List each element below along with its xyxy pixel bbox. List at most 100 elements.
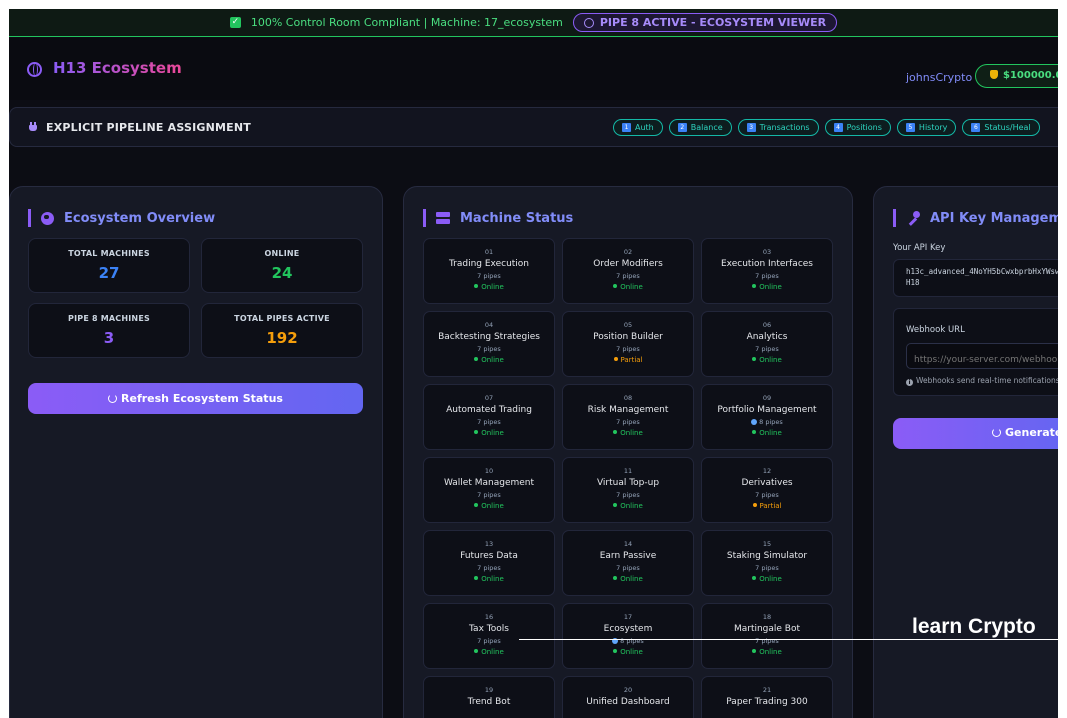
- machine-card[interactable]: 02 Order Modifiers 7 pipes Online: [562, 238, 694, 304]
- machine-card[interactable]: 13 Futures Data 7 pipes Online: [423, 530, 555, 596]
- machine-card[interactable]: 01 Trading Execution 7 pipes Online: [423, 238, 555, 304]
- pipeline-title: EXPLICIT PIPELINE ASSIGNMENT: [46, 121, 252, 134]
- pipeline-chip[interactable]: 4 Positions: [824, 119, 891, 136]
- status-dot-icon: [613, 357, 618, 361]
- globe-icon: [751, 419, 758, 425]
- machine-card[interactable]: 18 Martingale Bot 7 pipes Online: [701, 603, 833, 669]
- machine-name: Execution Interfaces: [720, 259, 813, 269]
- machine-card[interactable]: 11 Virtual Top-up 7 pipes Online: [562, 457, 694, 523]
- machine-pipes: 7 pipes: [563, 491, 693, 499]
- machine-status: Online: [424, 502, 554, 510]
- machine-number: 17: [623, 613, 633, 621]
- machine-grid: 01 Trading Execution 7 pipes Online 02 Order …: [423, 238, 835, 718]
- refresh-ecosystem-button[interactable]: Refresh Ecosystem Status: [28, 383, 363, 414]
- status-dot-icon: [474, 649, 479, 653]
- pipeline-chip[interactable]: 1 Auth: [613, 119, 663, 136]
- balance-badge[interactable]: $100000.00: [975, 64, 1058, 88]
- machine-number: 15: [762, 540, 772, 548]
- machine-pipes: 7 pipes: [563, 345, 693, 353]
- machine-card[interactable]: 09 Portfolio Management 8 pipes Online: [701, 384, 833, 450]
- status-text: Partial: [759, 502, 782, 510]
- generate-button[interactable]: Generate: [893, 418, 1058, 449]
- webhook-url-input[interactable]: [906, 343, 1058, 369]
- stat-pipe8-machines: PIPE 8 MACHINES 3: [28, 303, 190, 358]
- machine-card[interactable]: 08 Risk Management 7 pipes Online: [562, 384, 694, 450]
- app-header: H13 Ecosystem johnsCrypto $100000.00: [9, 38, 1058, 100]
- pipeline-chip[interactable]: 3 Transactions: [737, 119, 819, 136]
- machine-pipes: 7 pipes: [563, 272, 693, 280]
- machine-card[interactable]: 17 Ecosystem 8 pipes Online: [562, 603, 694, 669]
- machine-pipes: 8 pipes: [702, 418, 832, 426]
- compliance-text: 100% Control Room Compliant | Machine: 1…: [250, 16, 563, 29]
- checkmark-icon: ✓: [229, 17, 241, 28]
- pipe-status-label: PIPE 8 ACTIVE - ECOSYSTEM VIEWER: [599, 16, 827, 29]
- stat-label: PIPE 8 MACHINES: [68, 314, 150, 323]
- status-text: Online: [620, 502, 643, 510]
- pipeline-chip[interactable]: 5 History: [896, 119, 957, 136]
- machine-number: 21: [762, 686, 772, 694]
- info-icon: i: [906, 379, 913, 386]
- stat-label: TOTAL MACHINES: [68, 249, 150, 258]
- machine-card[interactable]: 16 Tax Tools 7 pipes Online: [423, 603, 555, 669]
- machine-pipes: 7 pipes: [424, 564, 554, 572]
- status-dot-icon: [752, 284, 757, 288]
- machine-card[interactable]: 20 Unified Dashboard: [562, 676, 694, 718]
- machine-card[interactable]: 10 Wallet Management 7 pipes Online: [423, 457, 555, 523]
- machine-card[interactable]: 19 Trend Bot: [423, 676, 555, 718]
- machine-status: Online: [563, 283, 693, 291]
- machine-card[interactable]: 05 Position Builder 7 pipes Partial: [562, 311, 694, 377]
- machine-card[interactable]: 06 Analytics 7 pipes Online: [701, 311, 833, 377]
- machine-number: 10: [484, 467, 494, 475]
- machine-name: Analytics: [746, 332, 788, 342]
- status-text: Online: [481, 502, 504, 510]
- machine-name: Paper Trading 300: [726, 697, 808, 707]
- machine-status: Online: [424, 356, 554, 364]
- machine-card[interactable]: 14 Earn Passive 7 pipes Online: [562, 530, 694, 596]
- machine-card[interactable]: 12 Derivatives 7 pipes Partial: [701, 457, 833, 523]
- balance-value: $100000.00: [1003, 70, 1058, 81]
- app-window: ✓ 100% Control Room Compliant | Machine:…: [9, 9, 1058, 718]
- status-dot-icon: [752, 649, 757, 653]
- machine-name: Trading Execution: [448, 259, 530, 269]
- machine-card[interactable]: 21 Paper Trading 300: [701, 676, 833, 718]
- username-link[interactable]: johnsCrypto: [906, 71, 972, 84]
- machine-card[interactable]: 07 Automated Trading 7 pipes Online: [423, 384, 555, 450]
- machine-name: Derivatives: [741, 478, 793, 488]
- plug-icon: [29, 122, 37, 134]
- stat-online: ONLINE 24: [201, 238, 363, 293]
- machine-status: Online: [563, 648, 693, 656]
- machine-pipes: 7 pipes: [424, 491, 554, 499]
- app-title[interactable]: H13 Ecosystem: [53, 59, 182, 77]
- webhook-note: i Webhooks send real-time notifications: [906, 376, 1058, 386]
- pipeline-chip[interactable]: 2 Balance: [668, 119, 732, 136]
- machine-status-header: Machine Status: [423, 209, 573, 227]
- status-text: Online: [620, 283, 643, 291]
- pipes-count: 7 pipes: [755, 345, 779, 353]
- api-key-value[interactable]: h13c_advanced_4NoYH5bCwxbprbHxYWswmVH18: [893, 259, 1058, 297]
- key-icon: [906, 211, 920, 225]
- status-text: Online: [481, 283, 504, 291]
- machine-status: Online: [702, 429, 832, 437]
- machine-name: Risk Management: [587, 405, 669, 415]
- number-badge-icon: 5: [905, 123, 915, 132]
- chip-label: History: [918, 123, 948, 132]
- status-dot-icon: [474, 357, 479, 361]
- pipeline-chip[interactable]: 6 Status/Heal: [962, 119, 1040, 136]
- machine-number: 03: [762, 248, 772, 256]
- machine-pipes: 7 pipes: [702, 491, 832, 499]
- machine-number: 19: [484, 686, 494, 694]
- status-text: Online: [481, 648, 504, 656]
- pipes-count: 7 pipes: [616, 418, 640, 426]
- machine-card[interactable]: 03 Execution Interfaces 7 pipes Online: [701, 238, 833, 304]
- machine-name: Staking Simulator: [726, 551, 808, 561]
- status-dot-icon: [752, 576, 757, 580]
- machine-name: Order Modifiers: [593, 259, 663, 269]
- machine-status: Online: [563, 429, 693, 437]
- status-dot-icon: [752, 503, 757, 507]
- status-dot-icon: [474, 503, 479, 507]
- status-dot-icon: [613, 284, 618, 288]
- machine-card[interactable]: 15 Staking Simulator 7 pipes Online: [701, 530, 833, 596]
- machine-card[interactable]: 04 Backtesting Strategies 7 pipes Online: [423, 311, 555, 377]
- machine-number: 13: [484, 540, 494, 548]
- status-text: Online: [759, 283, 782, 291]
